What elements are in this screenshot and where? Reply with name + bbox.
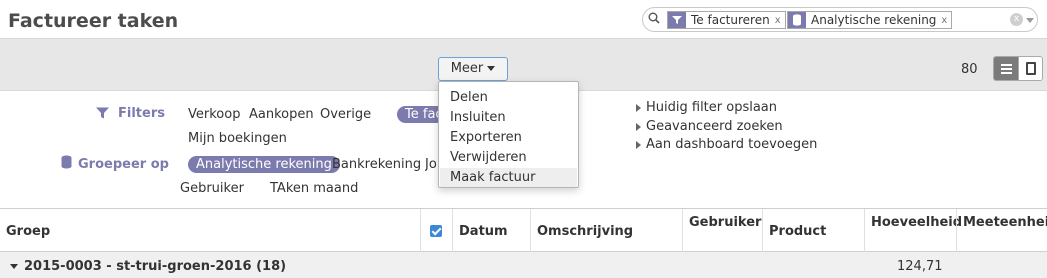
facet-label: Te factureren — [691, 13, 770, 27]
filter-item[interactable]: Aankopen — [249, 107, 314, 122]
link-label: Geavanceerd zoeken — [646, 119, 783, 134]
list-view-icon[interactable] — [994, 57, 1018, 80]
column-header-hoeveelheid[interactable]: Hoeveelheid — [864, 209, 962, 252]
group-row-quantity: 124,71 — [897, 259, 943, 274]
column-label: Product — [769, 224, 827, 239]
filter-item[interactable]: Overige — [320, 107, 371, 122]
view-switcher — [993, 56, 1043, 81]
groupby-item[interactable]: Journaal — [425, 157, 437, 172]
form-view-icon[interactable] — [1018, 57, 1042, 80]
groupby-item[interactable]: Gebruiker — [180, 181, 244, 196]
groupby-label: Groepeer op — [78, 157, 169, 172]
column-label: Omschrijving — [537, 224, 634, 239]
filter-icon — [96, 107, 109, 119]
menu-item-insluiten[interactable]: Insluiten — [440, 108, 577, 127]
facet-remove-icon[interactable]: x — [775, 15, 785, 26]
advanced-search-link[interactable]: Geavanceerd zoeken — [636, 119, 783, 134]
caret-right-icon — [636, 140, 641, 149]
caret-right-icon — [636, 103, 641, 112]
column-header-groep[interactable]: Groep — [0, 209, 420, 252]
column-label: Datum — [459, 224, 508, 239]
facet-label: Analytische rekening — [811, 13, 937, 27]
facet-remove-icon[interactable]: x — [941, 15, 951, 26]
column-label: Meeteenheid — [963, 215, 1047, 230]
list-header: Groep Datum Omschrijving Gebruiker Produ… — [0, 208, 1047, 252]
group-row[interactable]: 2015-0003 - st-trui-groen-2016 (18) 124,… — [0, 252, 1047, 278]
group-icon — [788, 12, 806, 28]
more-button[interactable]: Meer — [438, 57, 508, 81]
menu-item-maak-factuur[interactable]: Maak factuur — [440, 168, 577, 187]
pager-value[interactable]: 80 — [961, 62, 978, 77]
more-dropdown-menu: Delen Insluiten Exporteren Verwijderen M… — [438, 81, 579, 188]
group-by-icon — [61, 155, 72, 169]
filter-item[interactable]: Mijn boekingen — [188, 131, 287, 146]
filter-icon — [668, 12, 686, 28]
menu-item-delen[interactable]: Delen — [440, 88, 577, 107]
link-label: Huidig filter opslaan — [646, 100, 778, 115]
column-header-omschrijving[interactable]: Omschrijving — [530, 209, 682, 252]
groupby-item[interactable]: Bankrekening — [332, 157, 421, 172]
search-facet-filter[interactable]: Te factureren x — [667, 11, 786, 29]
select-all-checkbox[interactable] — [430, 225, 442, 237]
column-header-datum[interactable]: Datum — [452, 209, 530, 252]
save-current-filter-link[interactable]: Huidig filter opslaan — [636, 100, 777, 115]
search-options-caret-icon[interactable] — [1026, 18, 1034, 23]
column-label: Gebruiker — [689, 215, 762, 230]
caret-down-icon — [487, 66, 496, 71]
control-panel-header: Factureer taken Te factureren x Analytis… — [0, 0, 1047, 38]
caret-right-icon — [636, 122, 641, 131]
column-label: Hoeveelheid — [871, 215, 963, 230]
column-header-gebruiker[interactable]: Gebruiker — [682, 209, 762, 252]
menu-item-exporteren[interactable]: Exporteren — [440, 128, 577, 147]
search-facet-groupby[interactable]: Analytische rekening x — [787, 11, 953, 29]
groupby-item-active[interactable]: Analytische rekening — [188, 156, 340, 173]
filter-item[interactable]: Verkoop — [188, 107, 240, 122]
more-button-label: Meer — [450, 61, 484, 76]
column-header-product[interactable]: Product — [762, 209, 864, 252]
column-label: Groep — [6, 224, 51, 239]
page-title: Factureer taken — [8, 10, 179, 32]
search-bar[interactable]: Te factureren x Analytische rekening x x — [642, 7, 1038, 32]
link-label: Aan dashboard toevoegen — [646, 137, 818, 152]
menu-item-verwijderen[interactable]: Verwijderen — [440, 148, 577, 167]
groupby-item[interactable]: TAken maand — [270, 181, 358, 196]
filters-label: Filters — [118, 106, 165, 121]
group-row-label: 2015-0003 - st-trui-groen-2016 (18) — [10, 259, 286, 274]
search-icon — [648, 12, 660, 24]
clear-search-icon[interactable]: x — [1010, 13, 1023, 26]
column-header-meeteenheid[interactable]: Meeteenheid — [956, 209, 1047, 252]
add-to-dashboard-link[interactable]: Aan dashboard toevoegen — [636, 137, 817, 152]
